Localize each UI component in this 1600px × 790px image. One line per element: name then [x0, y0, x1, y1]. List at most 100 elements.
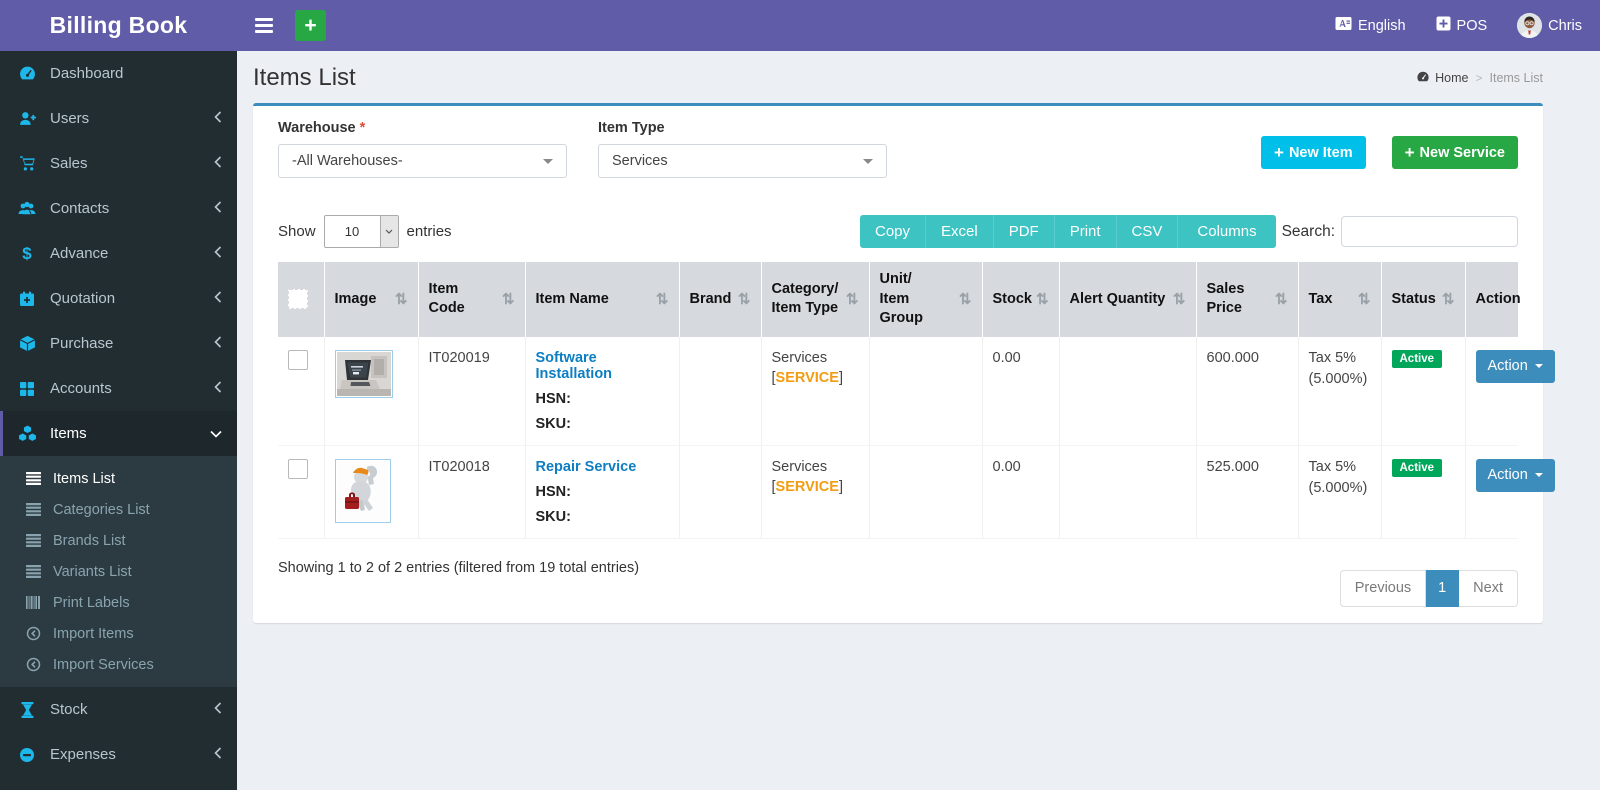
item-image-repair-service[interactable] [334, 458, 391, 523]
new-service-button[interactable]: + New Service [1391, 136, 1518, 169]
column-header-item-code[interactable]: Item Code ⇅ [418, 262, 526, 337]
column-header-tax[interactable]: Tax ⇅ [1298, 262, 1382, 337]
app-logo[interactable]: Billing Book [0, 0, 237, 51]
row-checkbox[interactable] [288, 458, 308, 479]
item-type-filter: Item Type Services [598, 120, 887, 178]
minus-circle-icon [17, 747, 37, 763]
chevron-left-icon [214, 380, 222, 397]
submenu-item-items-list[interactable]: Items List [0, 463, 237, 494]
column-header-stock[interactable]: Stock ⇅ [982, 262, 1060, 337]
sidebar-item-label: Stock [50, 701, 88, 718]
submenu-item-import-services[interactable]: Import Services [0, 649, 237, 680]
column-header-image[interactable]: Image ⇅ [324, 262, 419, 337]
pagination-page-1[interactable]: 1 [1426, 569, 1460, 607]
excel-button[interactable]: Excel [925, 215, 993, 248]
cell-sales-price: 525.000 [1196, 445, 1299, 539]
sidebar-item-quotation[interactable]: Quotation [0, 276, 237, 321]
submenu-item-import-items[interactable]: Import Items [0, 618, 237, 649]
sidebar-item-contacts[interactable]: Contacts [0, 186, 237, 231]
sidebar-item-label: Advance [50, 245, 109, 262]
column-header-unit[interactable]: Unit/Item Group ⇅ [869, 262, 983, 337]
caret-down-icon [1534, 473, 1543, 478]
cell-status: Active [1381, 336, 1466, 446]
dashboard-icon [17, 65, 37, 82]
sidebar-item-expenses[interactable]: Expenses [0, 732, 237, 777]
columns-button[interactable]: Columns [1177, 215, 1276, 248]
sidebar-item-dashboard[interactable]: Dashboard [0, 51, 237, 96]
sidebar-item-users[interactable]: Users [0, 96, 237, 141]
item-name-link[interactable]: Software Installation [536, 350, 613, 382]
user-plus-icon [17, 110, 37, 127]
sort-icon[interactable]: ⇅ [738, 290, 751, 308]
column-header-brand[interactable]: Brand ⇅ [679, 262, 762, 337]
new-item-button[interactable]: + New Item [1261, 136, 1366, 169]
pdf-button[interactable]: PDF [992, 215, 1054, 248]
sidebar-item-accounts[interactable]: Accounts [0, 366, 237, 411]
sidebar-item-label: Dashboard [50, 65, 124, 82]
list-icon [24, 534, 42, 547]
column-header-category[interactable]: Category/Item Type ⇅ [761, 262, 870, 337]
pagination-next[interactable]: Next [1459, 569, 1518, 607]
cell-tax: Tax 5% (5.000%) [1298, 336, 1382, 446]
cell-unit [869, 445, 983, 539]
import-circle-icon [24, 626, 42, 641]
breadcrumb: Home > Items List [1416, 70, 1543, 87]
sidebar-item-advance[interactable]: $ Advance [0, 231, 237, 276]
language-menu[interactable]: English [1335, 16, 1406, 35]
sort-icon[interactable]: ⇅ [1442, 290, 1455, 308]
submenu-item-label: Import Services [53, 656, 154, 673]
pagination-previous[interactable]: Previous [1339, 569, 1427, 607]
copy-button[interactable]: Copy [859, 215, 926, 248]
submenu-item-print-labels[interactable]: Print Labels [0, 587, 237, 618]
breadcrumb-home-link[interactable]: Home [1416, 70, 1468, 87]
breadcrumb-current: Items List [1489, 71, 1544, 85]
pagination: Previous 1 Next [1339, 569, 1518, 607]
items-submenu: Items List Categories List Brands List V… [0, 456, 237, 687]
submenu-item-brands-list[interactable]: Brands List [0, 525, 237, 556]
column-header-item-name[interactable]: Item Name ⇅ [525, 262, 680, 337]
row-checkbox[interactable] [288, 349, 308, 370]
sidebar-item-purchase[interactable]: Purchase [0, 321, 237, 366]
item-type-select[interactable]: Services [598, 144, 887, 178]
submenu-item-categories-list[interactable]: Categories List [0, 494, 237, 525]
items-list-panel: Warehouse * -All Warehouses- Item Type S… [253, 103, 1555, 623]
search-input[interactable] [1341, 216, 1518, 247]
chevron-left-icon [214, 746, 222, 763]
sidebar-item-items[interactable]: Items [0, 411, 237, 456]
chevron-left-icon [214, 701, 222, 718]
submenu-item-variants-list[interactable]: Variants List [0, 556, 237, 587]
item-image-software-installation[interactable] [334, 349, 393, 398]
sidebar-item-label: Users [50, 110, 90, 127]
page-length-select[interactable]: 10 [323, 215, 399, 248]
sort-icon[interactable]: ⇅ [846, 290, 859, 308]
quick-add-button[interactable]: + [295, 10, 326, 41]
sidebar-item-sales[interactable]: Sales [0, 141, 237, 186]
sort-icon[interactable]: ⇅ [959, 290, 972, 308]
home-dashboard-icon [1416, 70, 1430, 87]
warehouse-select[interactable]: -All Warehouses- [278, 144, 567, 178]
sort-icon[interactable]: ⇅ [1358, 290, 1371, 308]
sort-icon[interactable]: ⇅ [1173, 290, 1186, 308]
column-header-alert-quantity[interactable]: Alert Quantity ⇅ [1059, 262, 1197, 337]
sidebar-item-stock[interactable]: Stock [0, 687, 237, 732]
csv-button[interactable]: CSV [1115, 215, 1178, 248]
sidebar-item-label: Quotation [50, 290, 116, 307]
page-title: Items List [253, 64, 356, 91]
new-item-label: New Item [1288, 144, 1353, 161]
item-name-link[interactable]: Repair Service [536, 459, 637, 475]
sort-icon[interactable]: ⇅ [656, 290, 669, 308]
pos-button[interactable]: POS [1436, 16, 1487, 35]
plus-square-icon [1436, 16, 1451, 35]
column-header-sales-price[interactable]: Sales Price ⇅ [1196, 262, 1299, 337]
sort-icon[interactable]: ⇅ [502, 290, 515, 308]
print-button[interactable]: Print [1053, 215, 1116, 248]
sort-icon[interactable]: ⇅ [1036, 290, 1049, 308]
import-circle-icon [24, 657, 42, 672]
user-menu[interactable]: Chris [1517, 13, 1582, 38]
action-dropdown-button[interactable]: Action [1475, 458, 1555, 492]
sidebar-toggle-button[interactable] [249, 10, 279, 40]
sort-icon[interactable]: ⇅ [1275, 290, 1288, 308]
action-dropdown-button[interactable]: Action [1475, 349, 1555, 383]
sort-icon[interactable]: ⇅ [395, 290, 408, 308]
column-header-status[interactable]: Status ⇅ [1381, 262, 1466, 337]
